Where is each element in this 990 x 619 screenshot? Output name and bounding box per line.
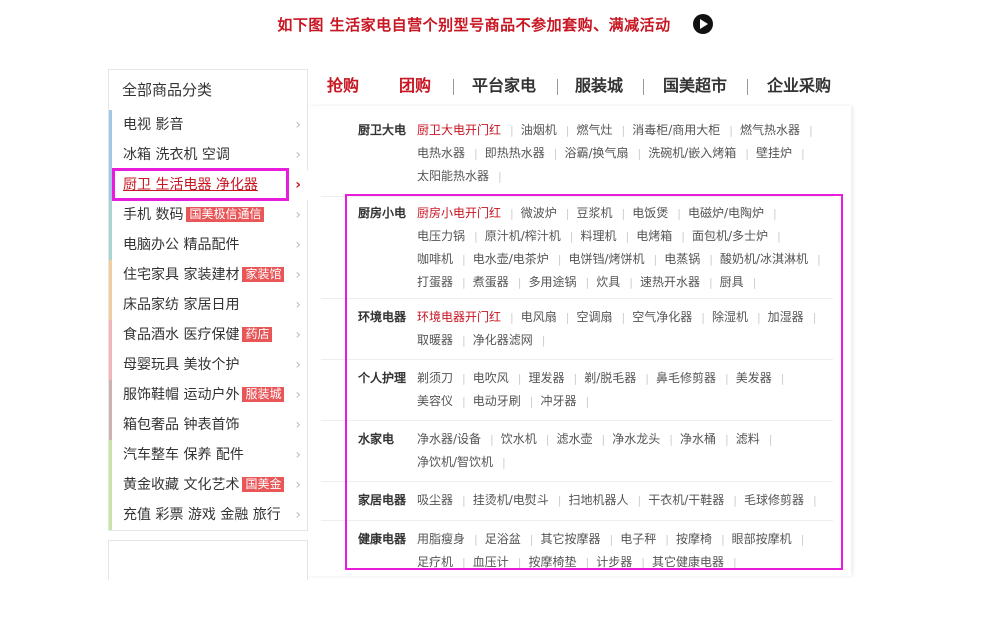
nav-separator	[643, 79, 644, 95]
chevron-right-icon: ›	[295, 207, 301, 223]
subcategory-link[interactable]: 燃气灶	[576, 119, 632, 142]
sidebar-category[interactable]: 充值 彩票 游戏 金融 旅行 ›	[109, 500, 308, 530]
chevron-right-icon: ›	[295, 477, 301, 493]
notice-text: 如下图 生活家电自营个别型号商品不参加套购、满减活动	[277, 16, 671, 34]
category-color-bar	[109, 260, 112, 290]
category-color-bar	[109, 470, 112, 500]
category-color-bar	[109, 440, 112, 470]
chevron-right-icon: ›	[295, 507, 301, 523]
category-label: 冰箱 洗衣机 空调	[123, 147, 230, 163]
nav-link[interactable]: 服装城	[575, 72, 623, 96]
sidebar-category[interactable]: 服饰鞋帽 运动户外 服装城 ›	[109, 380, 308, 410]
category-label: 住宅家具 家装建材	[123, 267, 240, 283]
category-label: 电视 影音	[123, 117, 184, 133]
subcategory-link[interactable]: 太阳能热水器	[417, 165, 509, 188]
category-color-bar	[109, 500, 112, 530]
sidebar-category[interactable]: 住宅家具 家装建材 家装馆 ›	[109, 260, 308, 290]
chevron-right-icon: ›	[295, 267, 301, 283]
category-label: 床品家纺 家居日用	[123, 297, 240, 313]
category-label: 电脑办公 精品配件	[123, 237, 240, 253]
sidebar-category[interactable]: 黄金收藏 文化艺术 国美金 ›	[109, 470, 308, 500]
nav-link[interactable]: 平台家电	[472, 72, 536, 96]
subcategory-link[interactable]: 即热热水器	[485, 142, 565, 165]
subcategory-link[interactable]: 油烟机	[521, 119, 577, 142]
nav-separator	[557, 79, 558, 95]
category-color-bar	[109, 380, 112, 410]
subcategory-link[interactable]: 浴霸/换气扇	[564, 142, 648, 165]
chevron-right-icon: ›	[295, 417, 301, 433]
highlight-box-category	[112, 168, 289, 201]
category-badge[interactable]: 服装城	[242, 387, 285, 402]
subcategory-link[interactable]: 壁挂炉	[756, 142, 812, 165]
category-label: 母婴玩具 美妆个护	[123, 357, 240, 373]
highlight-box-subcategories	[345, 194, 843, 570]
sidebar-category[interactable]: 床品家纺 家居日用 ›	[109, 290, 308, 320]
group-items: 厨卫大电开门红油烟机燃气灶消毒柜/商用大柜燃气热水器电热水器即热热水器浴霸/换气…	[417, 119, 837, 188]
sidebar-category[interactable]: 箱包奢品 钟表首饰 ›	[109, 410, 308, 440]
promo-link[interactable]: 厨卫大电开门红	[417, 119, 521, 142]
subcategory-link[interactable]: 电热水器	[417, 142, 485, 165]
category-color-bar	[109, 140, 112, 170]
nav-separator	[747, 79, 748, 95]
category-color-bar	[109, 200, 112, 230]
group-title[interactable]: 厨卫大电	[358, 119, 406, 141]
chevron-right-icon: ›	[295, 357, 301, 373]
sidebar-category[interactable]: 电脑办公 精品配件 ›	[109, 230, 308, 260]
nav-link[interactable]: 抢购	[327, 72, 359, 96]
category-badge[interactable]: 国美极信通信	[186, 207, 265, 222]
nav-link[interactable]: 企业采购	[767, 72, 831, 96]
sidebar-category[interactable]: 汽车整车 保养 配件 ›	[109, 440, 308, 470]
category-color-bar	[109, 230, 112, 260]
category-label: 汽车整车 保养 配件	[123, 447, 244, 463]
chevron-right-icon: ›	[295, 237, 301, 253]
chevron-right-icon: ›	[295, 117, 301, 133]
sidebar-title: 全部商品分类	[122, 81, 213, 99]
category-badge[interactable]: 家装馆	[242, 267, 285, 282]
category-sidebar: 全部商品分类 电视 影音 › 冰箱 洗衣机 空调 › 厨卫 生活电器 净化器 › 手机 数码…	[108, 69, 308, 531]
category-label: 服饰鞋帽 运动户外	[123, 387, 240, 403]
category-label: 手机 数码	[123, 207, 184, 223]
sidebar-category[interactable]: 冰箱 洗衣机 空调 ›	[109, 140, 308, 170]
category-label: 充值 彩票 游戏 金融 旅行	[123, 507, 281, 523]
chevron-right-icon: ›	[295, 297, 301, 313]
nav-link[interactable]: 团购	[399, 72, 431, 96]
subcategory-link[interactable]: 燃气热水器	[740, 119, 820, 142]
category-color-bar	[109, 110, 112, 140]
chevron-right-icon: ›	[295, 147, 301, 163]
nav-separator	[453, 79, 454, 95]
nav-link[interactable]: 国美超市	[663, 72, 727, 96]
category-badge[interactable]: 国美金	[242, 477, 285, 492]
sidebar-category[interactable]: 电视 影音 ›	[109, 110, 308, 140]
sidebar-secondary-panel	[108, 540, 308, 580]
category-label: 箱包奢品 钟表首饰	[123, 417, 240, 433]
sidebar-category[interactable]: 手机 数码 国美极信通信 ›	[109, 200, 308, 230]
chevron-right-icon: ›	[295, 447, 301, 463]
subcategory-link[interactable]: 消毒柜/商用大柜	[632, 119, 740, 142]
category-badge[interactable]: 药店	[242, 327, 273, 342]
play-icon[interactable]	[692, 14, 713, 34]
category-label: 食品酒水 医疗保健	[123, 327, 240, 343]
chevron-right-icon: ›	[295, 387, 301, 403]
category-color-bar	[109, 320, 112, 350]
category-color-bar	[109, 350, 112, 380]
subcategory-link[interactable]: 洗碗机/嵌入烤箱	[648, 142, 756, 165]
sidebar-category[interactable]: 食品酒水 医疗保健 药店 ›	[109, 320, 308, 350]
category-color-bar	[109, 290, 112, 320]
chevron-right-icon: ›	[295, 177, 301, 193]
sidebar-category[interactable]: 母婴玩具 美妆个护 ›	[109, 350, 308, 380]
category-color-bar	[109, 410, 112, 440]
promo-notice: 如下图 生活家电自营个别型号商品不参加套购、满减活动	[0, 14, 990, 35]
category-label: 黄金收藏 文化艺术	[123, 477, 240, 493]
chevron-right-icon: ›	[295, 327, 301, 343]
